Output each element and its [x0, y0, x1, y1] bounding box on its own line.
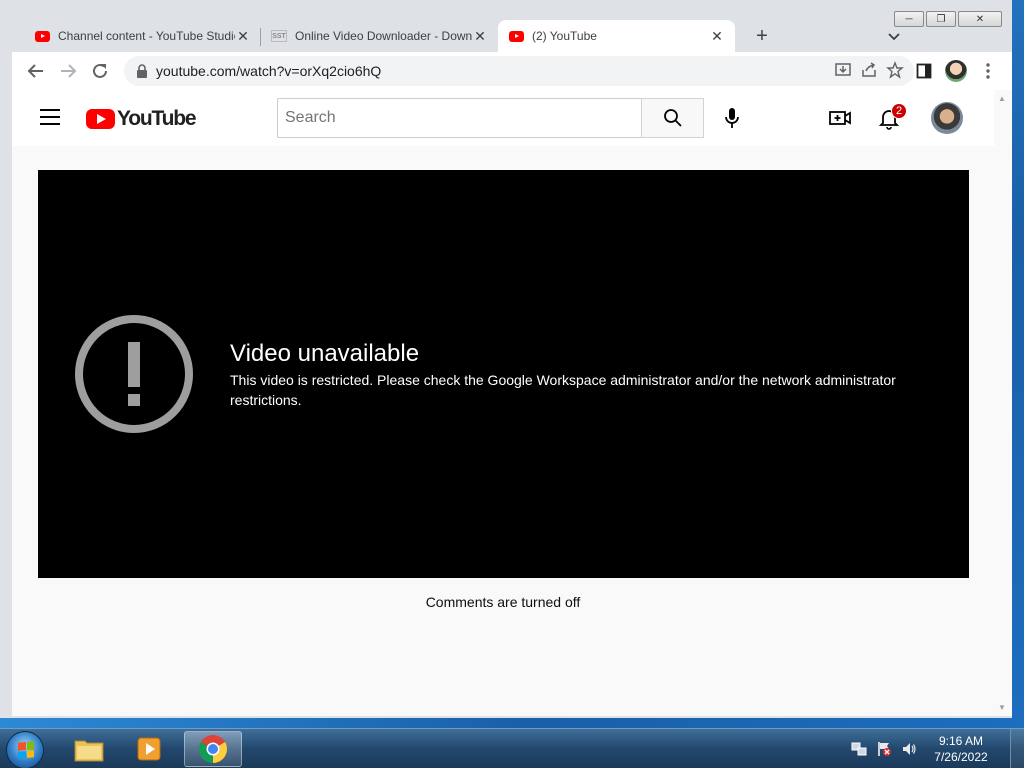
- youtube-logo[interactable]: YouTube: [86, 107, 197, 131]
- media-player-icon: [137, 737, 161, 761]
- windows-logo-icon: [18, 741, 34, 759]
- browser-window: ─ ❐ ✕ Channel content - YouTube Studio ✕…: [0, 0, 1012, 718]
- page-scrollbar[interactable]: ▲ ▼: [994, 90, 1012, 716]
- clock-time: 9:16 AM: [938, 734, 984, 748]
- maximize-button[interactable]: ❐: [926, 11, 956, 27]
- tab-youtube[interactable]: (2) YouTube ✕: [498, 20, 735, 52]
- tab-video-downloader[interactable]: SST Online Video Downloader - Download ✕: [261, 20, 498, 52]
- profile-button[interactable]: [944, 59, 968, 83]
- browser-toolbar: youtube.com/watch?v=orXq2cio6hQ: [12, 52, 1012, 90]
- close-window-button[interactable]: ✕: [958, 11, 1002, 27]
- tab-title: Channel content - YouTube Studio: [58, 29, 235, 43]
- tab-close-icon[interactable]: ✕: [472, 28, 488, 45]
- tab-title: (2) YouTube: [532, 29, 597, 43]
- tab-close-icon[interactable]: ✕: [709, 28, 725, 45]
- minimize-button[interactable]: ─: [894, 11, 924, 27]
- create-video-button[interactable]: [828, 106, 852, 130]
- youtube-logo-text: YouTube: [117, 107, 197, 130]
- side-panel-icon: [916, 63, 932, 79]
- exclamation-icon: [75, 315, 193, 433]
- close-icon: ✕: [975, 13, 985, 25]
- minimize-icon: ─: [905, 13, 913, 25]
- tab-search-button[interactable]: [884, 26, 904, 46]
- network-icon[interactable]: [851, 741, 867, 757]
- comments-status: Comments are turned off: [425, 594, 581, 610]
- folder-icon: [74, 740, 104, 762]
- back-button[interactable]: [24, 59, 48, 83]
- url-text: youtube.com/watch?v=orXq2cio6hQ: [156, 63, 382, 79]
- window-controls: ─ ❐ ✕: [894, 11, 1002, 27]
- tab-strip: Channel content - YouTube Studio ✕ SST O…: [24, 20, 735, 52]
- forward-button[interactable]: [56, 59, 80, 83]
- new-tab-button[interactable]: +: [750, 24, 774, 48]
- volume-icon[interactable]: [901, 741, 917, 757]
- profile-avatar: [945, 60, 967, 82]
- system-clock[interactable]: 9:16 AM 7/26/2022: [926, 733, 996, 765]
- reload-button[interactable]: [88, 59, 112, 83]
- guide-menu-button[interactable]: [40, 109, 60, 125]
- search-button[interactable]: [641, 98, 704, 138]
- start-button[interactable]: [6, 731, 44, 768]
- scroll-up-icon[interactable]: ▲: [998, 94, 1006, 103]
- show-desktop-button[interactable]: [1010, 729, 1024, 768]
- microphone-icon: [725, 108, 739, 128]
- action-center-flag-icon[interactable]: [876, 741, 892, 757]
- forward-arrow-icon: [61, 64, 77, 78]
- video-add-icon: [829, 111, 851, 125]
- scroll-down-icon[interactable]: ▼: [998, 703, 1006, 712]
- browser-menu-button[interactable]: [976, 59, 1000, 83]
- chrome-icon: [199, 735, 227, 763]
- install-app-icon[interactable]: [834, 61, 852, 79]
- maximize-icon: ❐: [936, 13, 946, 25]
- search-icon: [663, 109, 682, 127]
- chevron-down-icon: [888, 33, 900, 41]
- search-placeholder: Search: [285, 109, 336, 126]
- notification-badge: 2: [891, 103, 907, 119]
- more-vert-icon: [986, 63, 990, 79]
- video-player[interactable]: Video unavailable This video is restrict…: [38, 170, 969, 578]
- youtube-play-icon: [86, 109, 115, 129]
- tab-close-icon[interactable]: ✕: [235, 28, 251, 45]
- back-arrow-icon: [27, 64, 43, 78]
- clock-date: 7/26/2022: [934, 750, 988, 764]
- bookmark-star-icon[interactable]: [886, 61, 904, 79]
- error-title: Video unavailable: [230, 340, 420, 367]
- tab-youtube-studio[interactable]: Channel content - YouTube Studio ✕: [24, 20, 261, 52]
- youtube-favicon-icon: [508, 28, 524, 44]
- youtube-favicon-icon: [34, 28, 50, 44]
- system-tray: 9:16 AM 7/26/2022: [851, 729, 1024, 768]
- youtube-header: YouTube Search 2: [12, 90, 994, 146]
- plus-icon: +: [756, 24, 768, 47]
- taskbar-media-player[interactable]: [120, 731, 178, 767]
- sst-favicon-icon: SST: [271, 28, 287, 44]
- lock-icon: [137, 64, 147, 78]
- address-bar[interactable]: youtube.com/watch?v=orXq2cio6hQ: [124, 56, 914, 86]
- search-input[interactable]: Search: [277, 98, 641, 138]
- account-avatar[interactable]: [931, 102, 963, 134]
- taskbar: 9:16 AM 7/26/2022: [0, 728, 1024, 768]
- taskbar-explorer[interactable]: [60, 731, 118, 767]
- side-panel-button[interactable]: [912, 59, 936, 83]
- youtube-page: YouTube Search 2 Video unavailable This …: [12, 90, 994, 716]
- share-icon[interactable]: [860, 61, 878, 79]
- tab-title: Online Video Downloader - Download: [295, 29, 472, 43]
- taskbar-chrome[interactable]: [184, 731, 242, 767]
- reload-icon: [93, 63, 107, 78]
- voice-search-button[interactable]: [720, 106, 744, 130]
- error-message: This video is restricted. Please check t…: [230, 372, 896, 408]
